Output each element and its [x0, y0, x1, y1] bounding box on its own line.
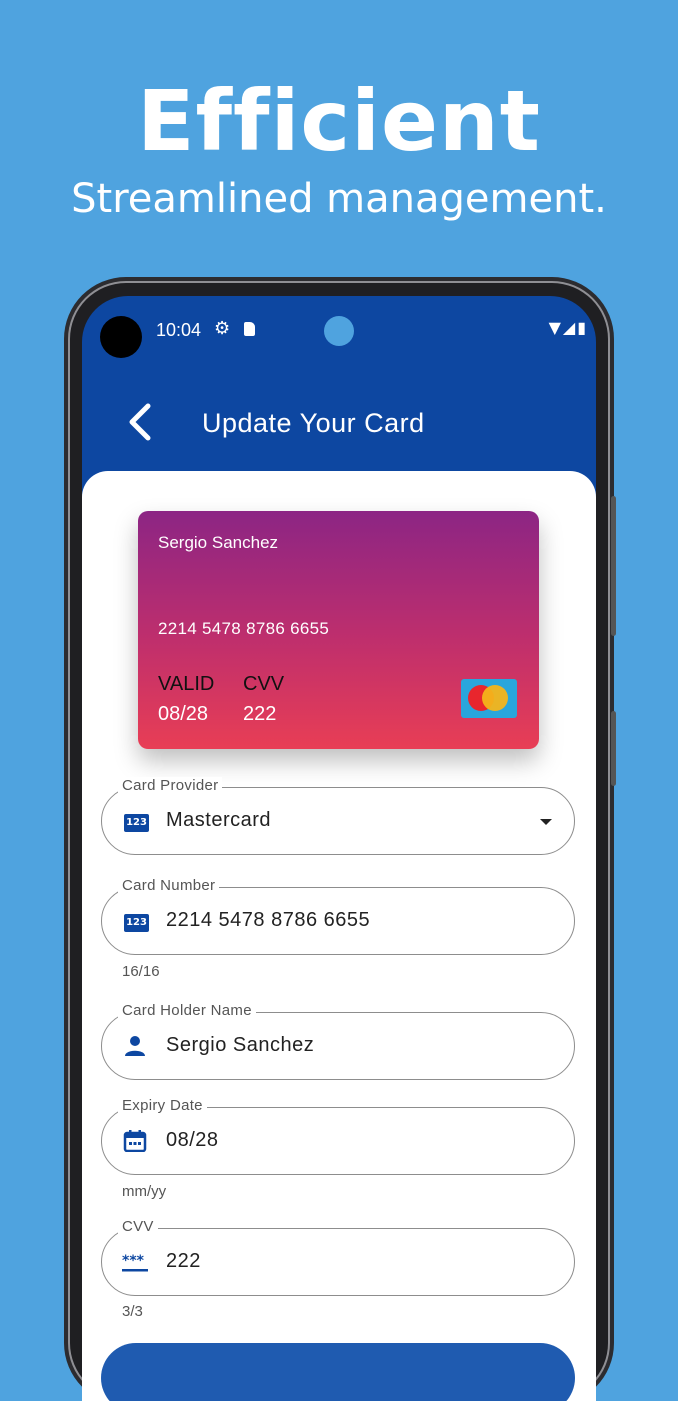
expiry-date-field[interactable]: Expiry Date 08/28 — [101, 1097, 575, 1175]
camera-cutout — [100, 316, 142, 358]
card-holder-value: Sergio Sanchez — [166, 1034, 315, 1056]
expiry-date-label: Expiry Date — [118, 1097, 207, 1114]
form-sheet: Sergio Sanchez 2214 5478 8786 6655 VALID… — [82, 471, 596, 1401]
card-provider-select[interactable]: Card Provider 123 Mastercard — [101, 777, 575, 855]
cvv-counter: 3/3 — [122, 1303, 143, 1320]
dropdown-arrow-icon[interactable] — [540, 819, 552, 825]
page-title: Update Your Card — [202, 408, 425, 438]
number-badge-icon: 123 — [124, 814, 149, 832]
promo-headline: Efficient — [137, 72, 541, 170]
phone-screen: 10:04 ⚙ ▼◢▮ Update Your Card Sergio Sanc… — [82, 296, 596, 1401]
phone-frame: 10:04 ⚙ ▼◢▮ Update Your Card Sergio Sanc… — [68, 281, 616, 1401]
card-holder-field[interactable]: Card Holder Name Sergio Sanchez — [101, 1002, 575, 1080]
card-provider-label: Card Provider — [118, 777, 223, 794]
expiry-date-hint: mm/yy — [122, 1183, 167, 1200]
cvv-field[interactable]: CVV *** 222 — [101, 1218, 575, 1296]
card-preview: Sergio Sanchez 2214 5478 8786 6655 VALID… — [138, 511, 539, 749]
sd-card-icon — [244, 322, 255, 336]
svg-text:***: *** — [122, 1253, 145, 1269]
calendar-icon — [123, 1130, 147, 1152]
card-number-field[interactable]: Card Number 123 2214 5478 8786 6655 — [101, 877, 575, 955]
password-icon: *** — [122, 1253, 148, 1272]
card-number-label: Card Number — [118, 877, 220, 894]
card-cvv-value: 222 — [243, 703, 277, 725]
card-holder-name: Sergio Sanchez — [158, 533, 279, 552]
cvv-label: CVV — [118, 1218, 158, 1235]
power-button — [611, 711, 616, 786]
expiry-date-value: 08/28 — [166, 1129, 219, 1151]
card-valid-value: 08/28 — [158, 703, 209, 725]
battery-icon: ▮ — [577, 318, 588, 337]
card-provider-value: Mastercard — [166, 809, 272, 831]
person-icon — [125, 1036, 145, 1056]
cvv-value: 222 — [166, 1250, 201, 1272]
submit-button[interactable] — [101, 1343, 575, 1401]
card-holder-label: Card Holder Name — [118, 1002, 256, 1019]
back-arrow-icon — [129, 403, 151, 441]
card-valid-label: VALID — [158, 673, 215, 695]
front-camera-icon — [324, 316, 354, 346]
volume-button — [611, 496, 616, 636]
card-number-value: 2214 5478 8786 6655 — [166, 909, 371, 931]
status-bar: 10:04 ⚙ ▼◢▮ — [82, 296, 596, 362]
back-button[interactable] — [122, 400, 162, 444]
app-bar: Update Your Card — [82, 386, 596, 476]
card-number: 2214 5478 8786 6655 — [158, 619, 330, 638]
gear-icon: ⚙ — [214, 318, 231, 339]
signal-icon: ◢ — [562, 318, 578, 337]
number-badge-icon: 123 — [124, 914, 149, 932]
status-time: 10:04 — [156, 320, 202, 340]
promo-subline: Streamlined management. — [71, 176, 607, 222]
mastercard-logo-icon — [461, 679, 517, 718]
wifi-icon: ▼ — [548, 318, 563, 337]
card-number-counter: 16/16 — [122, 963, 160, 980]
card-cvv-label: CVV — [243, 673, 285, 695]
system-icons: ▼◢▮ — [549, 318, 588, 337]
